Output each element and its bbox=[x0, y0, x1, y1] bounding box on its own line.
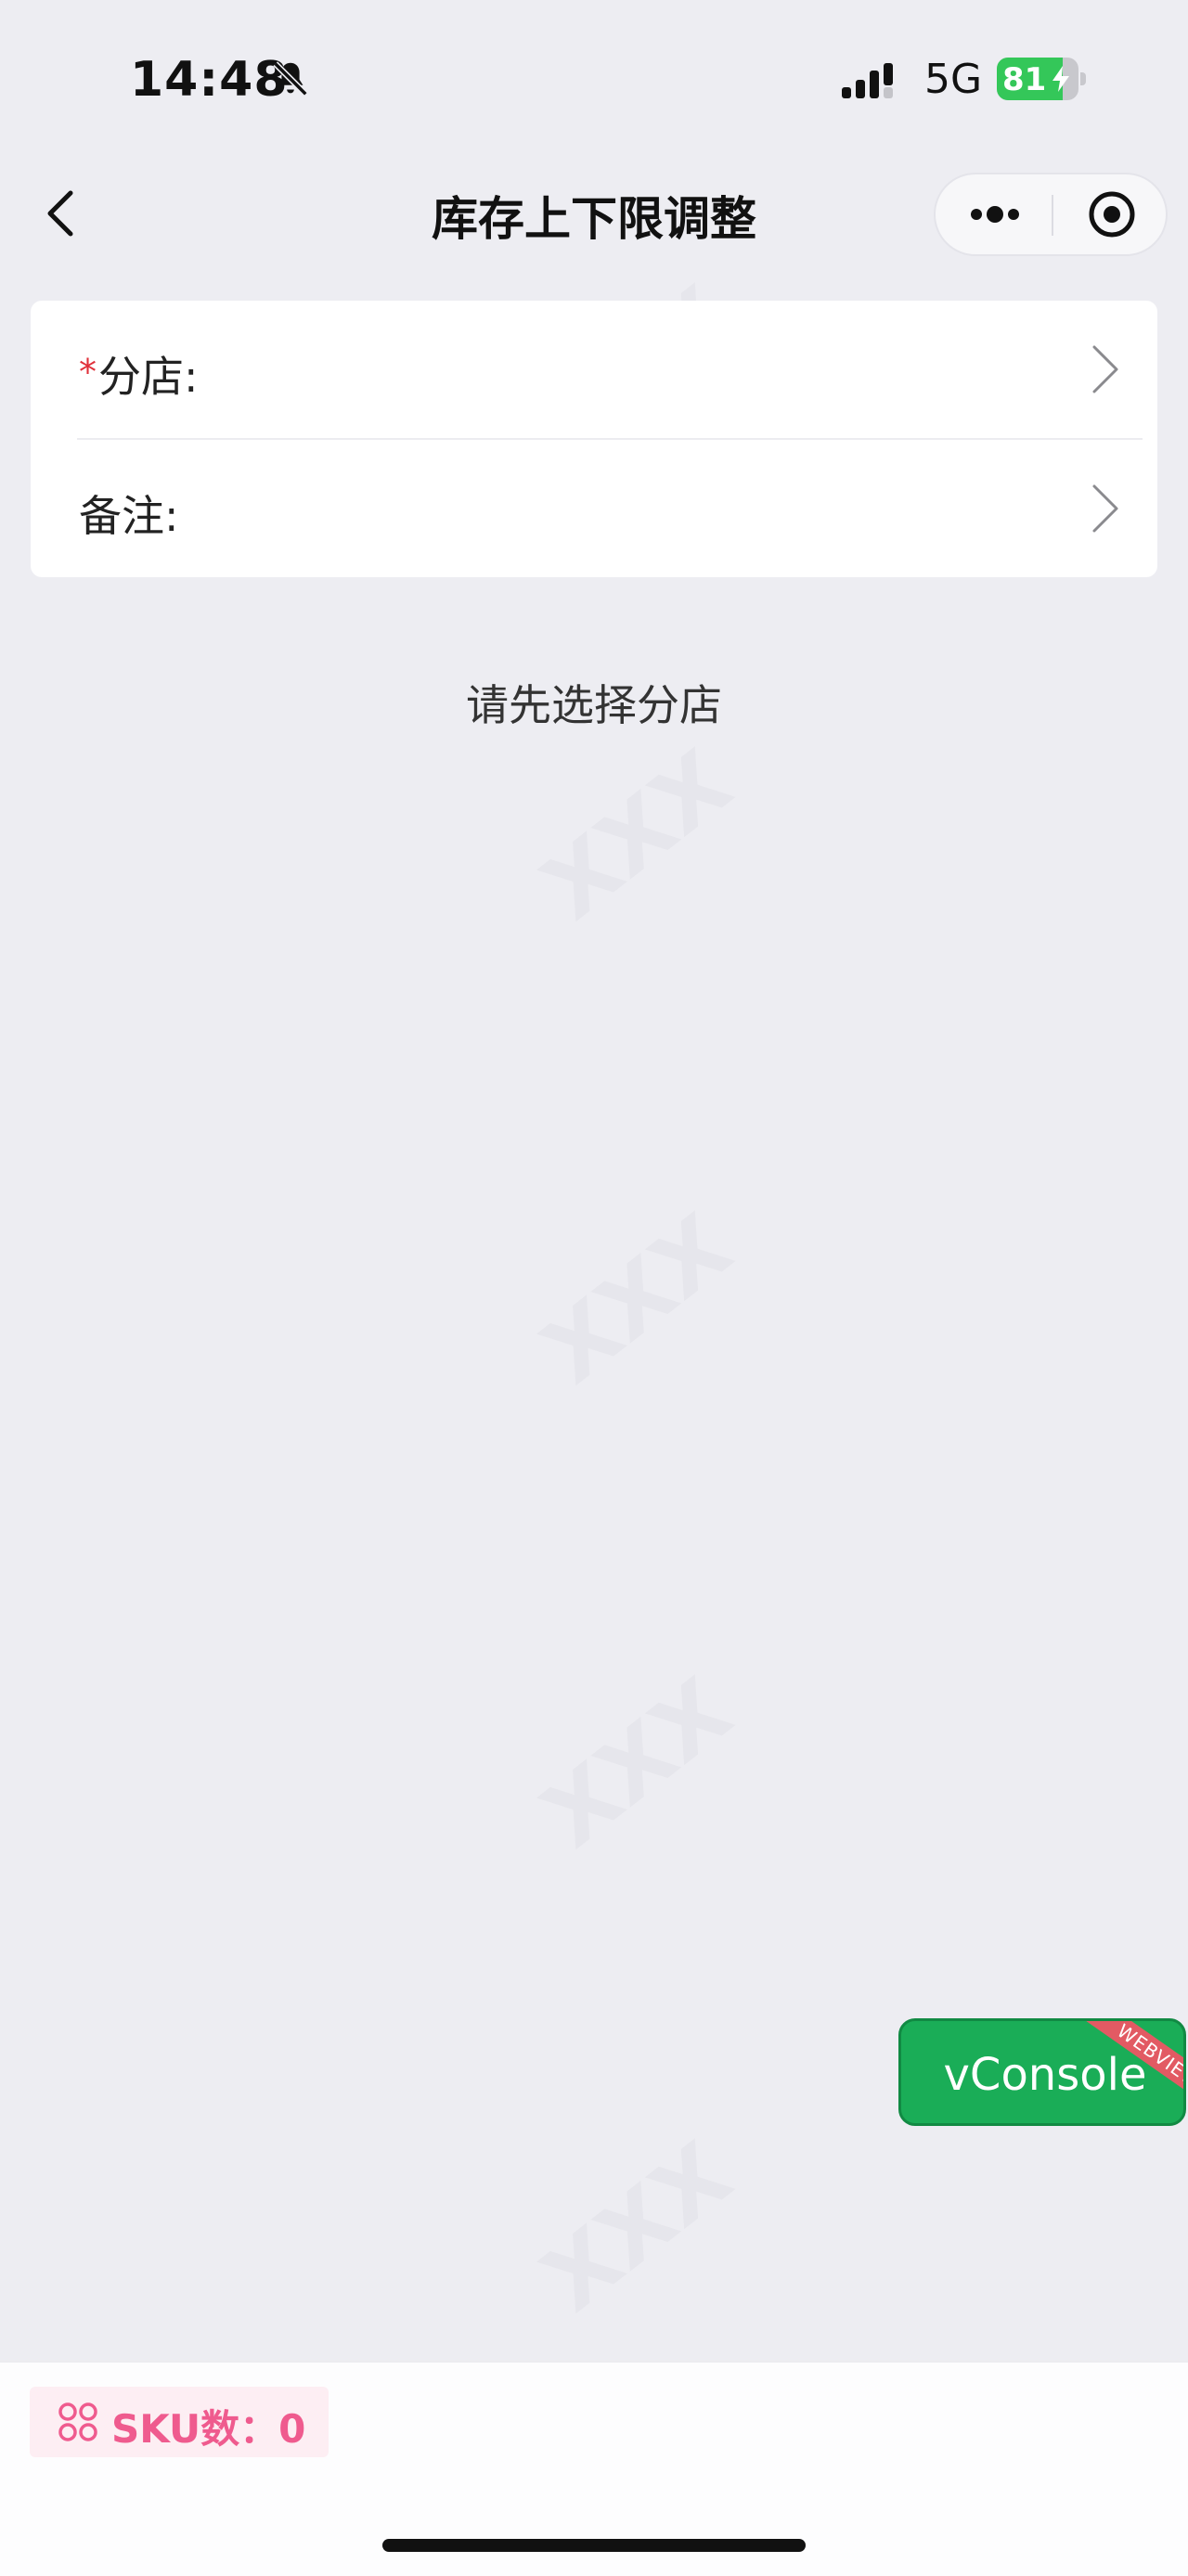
branch-select-row[interactable]: *分店: bbox=[31, 301, 1157, 440]
watermark: XXX bbox=[523, 730, 751, 940]
home-indicator bbox=[382, 2539, 806, 2552]
status-time: 14:48 bbox=[130, 52, 289, 108]
bell-slash-icon bbox=[273, 61, 308, 97]
battery-level: 81 bbox=[1002, 61, 1047, 98]
navigation-bar: 库存上下限调整 bbox=[0, 158, 1188, 269]
remark-label: 备注: bbox=[79, 491, 179, 541]
empty-state-hint: 请先选择分店 bbox=[466, 680, 722, 730]
battery-charging-icon: 81 bbox=[997, 58, 1086, 100]
status-bar: 14:48 5G 81 bbox=[0, 0, 1188, 158]
branch-label-text: 分店: bbox=[98, 352, 199, 402]
branch-label: *分店: bbox=[79, 343, 199, 405]
grid-icon bbox=[58, 2402, 97, 2441]
remark-row[interactable]: 备注: bbox=[31, 440, 1157, 577]
chevron-right-icon bbox=[1092, 345, 1118, 393]
watermark: XXX bbox=[523, 1194, 751, 1404]
network-type: 5G bbox=[924, 56, 983, 103]
form-card: *分店: 备注: bbox=[31, 301, 1157, 577]
mini-program-capsule bbox=[934, 173, 1168, 256]
more-icon[interactable] bbox=[936, 174, 1051, 254]
watermark: XXX bbox=[523, 2122, 751, 2332]
bottom-bar: SKU数：0 bbox=[0, 2361, 1188, 2576]
chevron-right-icon bbox=[1092, 484, 1118, 533]
watermark: XXX bbox=[523, 1658, 751, 1868]
sku-count: SKU数：0 bbox=[111, 2406, 306, 2452]
vconsole-button[interactable]: vConsole WEBVIEW bbox=[898, 2018, 1186, 2126]
required-mark: * bbox=[79, 352, 97, 393]
sku-count-chip[interactable]: SKU数：0 bbox=[30, 2387, 329, 2457]
capsule-divider bbox=[1052, 195, 1053, 236]
close-circle-icon[interactable] bbox=[1054, 174, 1168, 254]
signal-icon bbox=[842, 63, 893, 98]
